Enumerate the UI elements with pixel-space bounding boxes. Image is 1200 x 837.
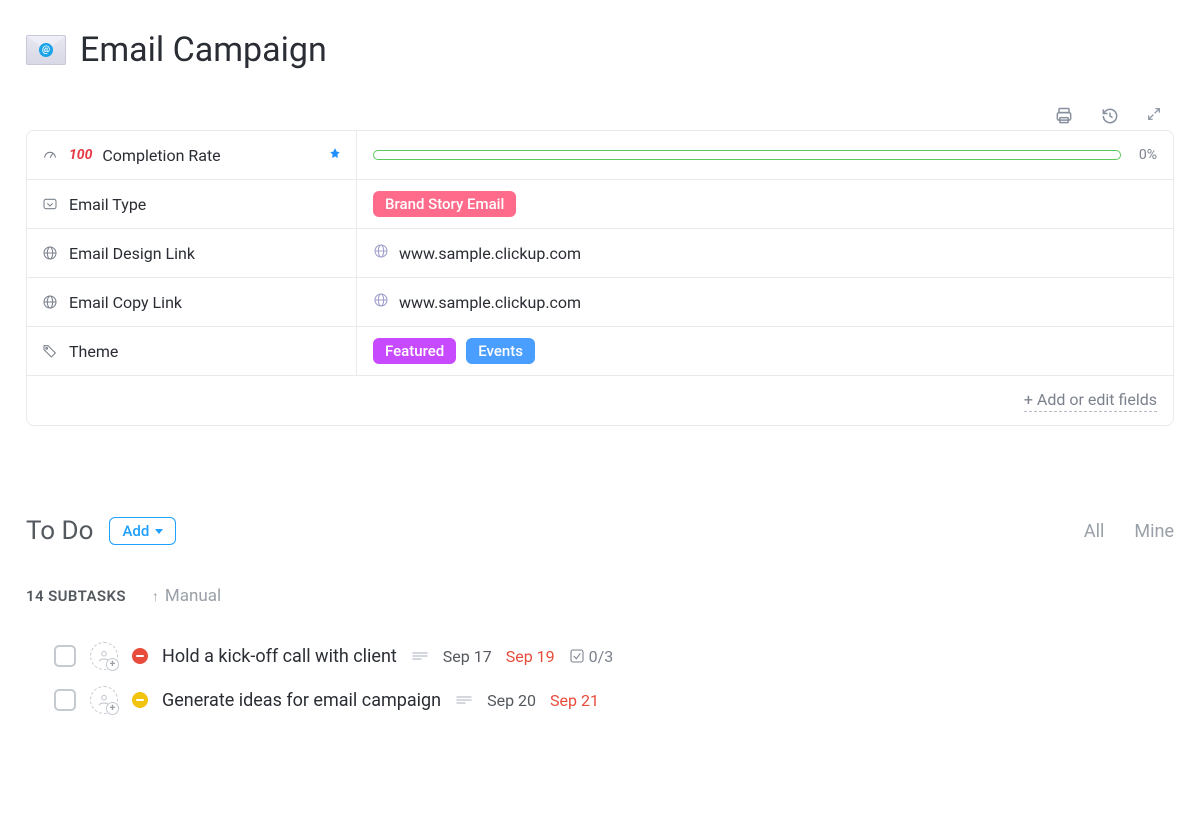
- print-icon[interactable]: [1054, 106, 1074, 130]
- filter-all[interactable]: All: [1084, 521, 1105, 542]
- arrow-up-icon: ↑: [152, 588, 159, 605]
- status-dot-yellow[interactable]: [132, 692, 148, 708]
- task-name[interactable]: Hold a kick-off call with client: [162, 646, 397, 667]
- dropdown-icon: [41, 195, 59, 213]
- gauge-icon: [41, 146, 59, 164]
- design-link-label: Email Design Link: [69, 244, 195, 263]
- expand-icon[interactable]: [1146, 106, 1162, 130]
- task-name[interactable]: Generate ideas for email campaign: [162, 690, 441, 711]
- chevron-down-icon: [155, 529, 163, 534]
- progress-percent: 0%: [1139, 147, 1157, 163]
- title-row: @ Email Campaign: [26, 30, 1174, 70]
- email-type-chip[interactable]: Brand Story Email: [373, 191, 516, 217]
- globe-icon: [41, 244, 59, 262]
- task-checkbox[interactable]: [54, 645, 76, 667]
- task-row[interactable]: + Hold a kick-off call with client Sep 1…: [26, 634, 1174, 678]
- page-title: Email Campaign: [80, 30, 327, 70]
- hundred-emoji-icon: 100: [69, 147, 92, 163]
- field-label-design-link[interactable]: Email Design Link: [27, 229, 357, 277]
- todo-heading: To Do: [26, 516, 93, 546]
- start-date[interactable]: Sep 17: [443, 647, 492, 666]
- theme-chip-featured[interactable]: Featured: [373, 338, 456, 364]
- copy-link-url[interactable]: www.sample.clickup.com: [399, 293, 581, 312]
- field-label-email-type[interactable]: Email Type: [27, 180, 357, 228]
- email-type-label: Email Type: [69, 195, 146, 214]
- field-label-copy-link[interactable]: Email Copy Link: [27, 278, 357, 326]
- task-row[interactable]: + Generate ideas for email campaign Sep …: [26, 678, 1174, 722]
- add-button-label: Add: [122, 522, 149, 540]
- completion-rate-label: Completion Rate: [102, 146, 220, 165]
- task-checkbox[interactable]: [54, 689, 76, 711]
- globe-icon: [41, 293, 59, 311]
- tag-icon: [41, 342, 59, 360]
- link-globe-icon: [373, 243, 389, 263]
- filter-mine[interactable]: Mine: [1134, 521, 1174, 542]
- add-edit-fields-button[interactable]: + Add or edit fields: [1024, 390, 1157, 412]
- description-icon[interactable]: [455, 690, 473, 711]
- start-date[interactable]: Sep 20: [487, 691, 536, 710]
- plus-icon: +: [106, 702, 119, 715]
- copy-link-label: Email Copy Link: [69, 293, 182, 312]
- link-globe-icon: [373, 292, 389, 312]
- add-button[interactable]: Add: [109, 517, 176, 545]
- description-icon[interactable]: [411, 646, 429, 667]
- theme-chip-events[interactable]: Events: [466, 338, 535, 364]
- status-dot-red[interactable]: [132, 648, 148, 664]
- copy-link-value[interactable]: www.sample.clickup.com: [357, 278, 1173, 326]
- custom-fields-table: 100 Completion Rate 0% Email Type Brand …: [26, 130, 1174, 426]
- design-link-value[interactable]: www.sample.clickup.com: [357, 229, 1173, 277]
- design-link-url[interactable]: www.sample.clickup.com: [399, 244, 581, 263]
- due-date[interactable]: Sep 19: [506, 647, 555, 666]
- subtasks-count: 14 SUBTASKS: [26, 587, 126, 605]
- email-envelope-icon: @: [26, 35, 66, 65]
- sort-label: Manual: [165, 586, 221, 606]
- email-type-value[interactable]: Brand Story Email: [357, 180, 1173, 228]
- theme-label: Theme: [69, 342, 118, 361]
- field-label-theme[interactable]: Theme: [27, 327, 357, 375]
- plus-icon: +: [106, 658, 119, 671]
- pin-icon[interactable]: [328, 146, 342, 165]
- history-icon[interactable]: [1100, 106, 1120, 130]
- theme-value[interactable]: Featured Events: [357, 327, 1173, 375]
- completion-rate-value[interactable]: 0%: [357, 131, 1173, 179]
- assignee-add-button[interactable]: +: [90, 686, 118, 714]
- field-label-completion[interactable]: 100 Completion Rate: [27, 131, 357, 179]
- progress-bar: [373, 150, 1121, 160]
- assignee-add-button[interactable]: +: [90, 642, 118, 670]
- due-date[interactable]: Sep 21: [550, 691, 599, 710]
- sort-button[interactable]: ↑ Manual: [152, 586, 221, 606]
- checklist-text: 0/3: [589, 647, 614, 666]
- checklist-count[interactable]: 0/3: [569, 647, 614, 666]
